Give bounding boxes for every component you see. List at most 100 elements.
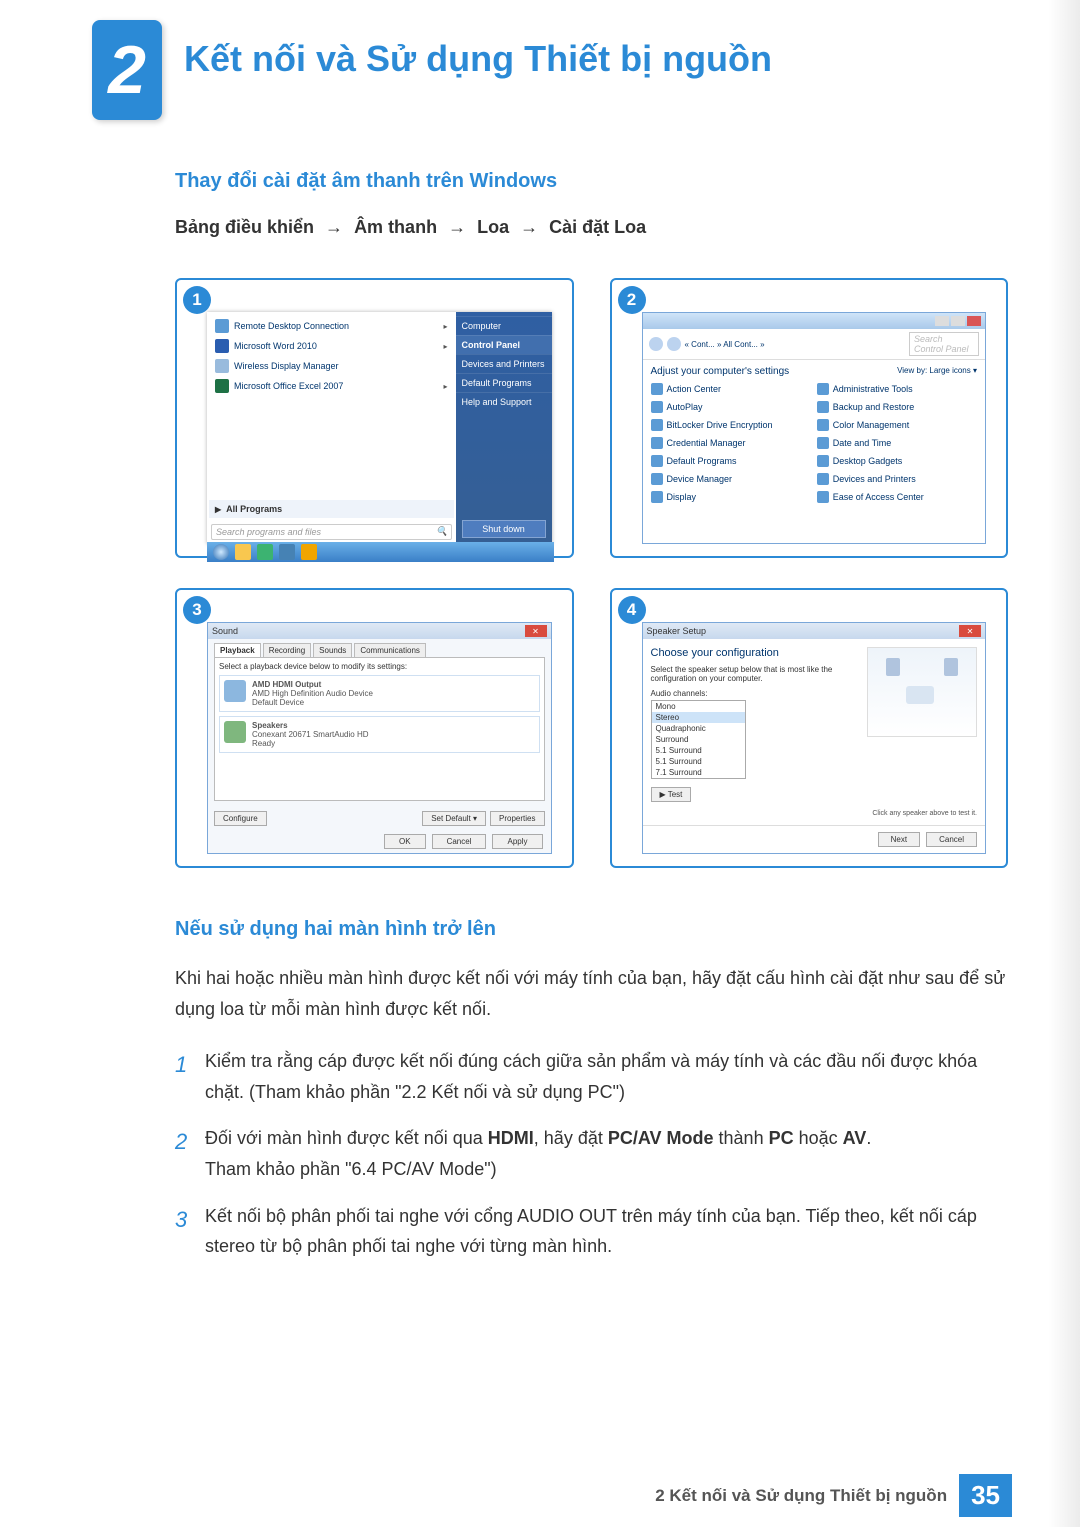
set-default-button[interactable]: Set Default ▾ <box>422 811 486 826</box>
tab-communications[interactable]: Communications <box>354 643 426 657</box>
start-menu-right-item[interactable]: Devices and Printers <box>456 354 552 373</box>
search-input[interactable]: Search programs and files🔍 <box>211 524 452 540</box>
audio-channel-option[interactable]: Stereo <box>652 712 745 723</box>
step-badge-3: 3 <box>183 596 211 624</box>
cp-link[interactable]: Backup and Restore <box>817 399 977 415</box>
cp-item-icon <box>817 437 829 449</box>
section-heading-audio: Thay đổi cài đặt âm thanh trên Windows <box>175 170 1008 193</box>
playback-device[interactable]: SpeakersConexant 20671 SmartAudio HDRead… <box>219 716 540 753</box>
cp-item-icon <box>651 437 663 449</box>
excel-icon <box>215 379 229 393</box>
cp-link[interactable]: Color Management <box>817 417 977 433</box>
cancel-button[interactable]: Cancel <box>926 832 977 847</box>
footer-text: 2 Kết nối và Sử dụng Thiết bị nguồn <box>655 1486 947 1506</box>
playback-device[interactable]: AMD HDMI OutputAMD High Definition Audio… <box>219 675 540 712</box>
step-item-1: 1 Kiểm tra rằng cáp được kết nối đúng cá… <box>175 1046 1008 1107</box>
audio-channel-option[interactable]: 5.1 Surround <box>652 756 745 767</box>
cp-link[interactable]: Action Center <box>651 381 811 397</box>
arrow-icon: → <box>520 217 538 237</box>
path-seg-4: Cài đặt Loa <box>549 217 646 237</box>
cp-item-icon <box>817 455 829 467</box>
start-menu-item[interactable]: Microsoft Office Excel 2007▸ <box>211 376 452 396</box>
all-programs-button[interactable]: ▶All Programs <box>209 500 454 518</box>
audio-channels-label: Audio channels: <box>651 689 858 698</box>
cp-link[interactable]: Device Manager <box>651 471 811 487</box>
screenshot-step-3: 3 Sound ✕ Playback Recording Sounds Commu… <box>175 588 574 868</box>
audio-channel-option[interactable]: 7.1 Surround <box>652 767 745 778</box>
next-button[interactable]: Next <box>878 832 920 847</box>
back-button[interactable] <box>649 337 663 351</box>
start-menu-right-item[interactable]: Computer <box>456 316 552 335</box>
tab-recording[interactable]: Recording <box>263 643 311 657</box>
start-menu-right-item[interactable]: Help and Support <box>456 392 552 411</box>
path-seg-2: Âm thanh <box>354 217 437 237</box>
arrow-icon: → <box>325 217 343 237</box>
listener-icon <box>906 686 934 704</box>
cp-item-icon <box>651 455 663 467</box>
test-button[interactable]: ▶ Test <box>651 787 692 802</box>
apply-button[interactable]: Apply <box>492 834 542 849</box>
cancel-button[interactable]: Cancel <box>432 834 487 849</box>
start-menu-item[interactable]: Wireless Display Manager <box>211 356 452 376</box>
sound-window: Sound ✕ Playback Recording Sounds Communi… <box>207 622 552 854</box>
shutdown-button[interactable]: Shut down <box>462 520 546 538</box>
close-button[interactable]: ✕ <box>959 625 981 637</box>
cp-item-icon <box>651 401 663 413</box>
properties-button[interactable]: Properties <box>490 811 544 826</box>
section-heading-multimonitor: Nếu sử dụng hai màn hình trở lên <box>175 918 1008 941</box>
cp-link[interactable]: Display <box>651 489 811 505</box>
cp-link[interactable]: Date and Time <box>817 435 977 451</box>
page-header: 2 Kết nối và Sử dụng Thiết bị nguồn <box>0 0 1080 120</box>
step-item-2: 2 Đối với màn hình được kết nối qua HDMI… <box>175 1123 1008 1184</box>
audio-channel-option[interactable]: 5.1 Surround <box>652 745 745 756</box>
cp-link[interactable]: BitLocker Drive Encryption <box>651 417 811 433</box>
cp-link[interactable]: AutoPlay <box>651 399 811 415</box>
search-input[interactable]: Search Control Panel <box>909 332 979 356</box>
path-seg-1: Bảng điều khiển <box>175 217 314 237</box>
forward-button[interactable] <box>667 337 681 351</box>
settings-path: Bảng điều khiển → Âm thanh → Loa → Cài đ… <box>175 217 1008 238</box>
taskbar-icon[interactable] <box>279 544 295 560</box>
maximize-button[interactable] <box>951 316 965 326</box>
cp-link[interactable]: Administrative Tools <box>817 381 977 397</box>
speaker-device-icon <box>224 721 246 743</box>
wireless-icon <box>215 359 229 373</box>
cp-link[interactable]: Default Programs <box>651 453 811 469</box>
speaker-icon[interactable] <box>944 658 958 676</box>
cp-link[interactable]: Credential Manager <box>651 435 811 451</box>
speaker-icon[interactable] <box>886 658 900 676</box>
screenshot-step-2: 2 « Cont... » All Cont... » Search Contr… <box>610 278 1009 558</box>
audio-channel-option[interactable]: Quadraphonic <box>652 723 745 734</box>
tab-sounds[interactable]: Sounds <box>313 643 352 657</box>
window-title: Sound <box>212 626 238 636</box>
start-menu-item[interactable]: Microsoft Word 2010▸ <box>211 336 452 356</box>
body-paragraph: Khi hai hoặc nhiều màn hình được kết nối… <box>175 963 1008 1024</box>
start-menu-item[interactable]: Remote Desktop Connection▸ <box>211 316 452 336</box>
configure-button[interactable]: Configure <box>214 811 267 826</box>
audio-channel-option[interactable]: Surround <box>652 734 745 745</box>
audio-channel-option[interactable]: Mono <box>652 701 745 712</box>
audio-channels-list[interactable]: MonoStereoQuadraphonicSurround5.1 Surrou… <box>651 700 746 779</box>
close-button[interactable] <box>967 316 981 326</box>
taskbar-icon[interactable] <box>257 544 273 560</box>
close-button[interactable]: ✕ <box>525 625 547 637</box>
speaker-hint: Select the speaker setup below that is m… <box>651 665 858 683</box>
view-by-dropdown[interactable]: View by: Large icons ▾ <box>897 366 977 375</box>
cp-item-icon <box>651 473 663 485</box>
cp-link[interactable]: Desktop Gadgets <box>817 453 977 469</box>
taskbar-icon[interactable] <box>301 544 317 560</box>
start-menu-right-item[interactable]: Default Programs <box>456 373 552 392</box>
control-panel-window: « Cont... » All Cont... » Search Control… <box>642 312 987 544</box>
control-panel-item[interactable]: Control Panel <box>456 335 552 354</box>
cp-link[interactable]: Ease of Access Center <box>817 489 977 505</box>
cp-item-icon <box>817 383 829 395</box>
page-title: Kết nối và Sử dụng Thiết bị nguồn <box>162 20 772 120</box>
chapter-badge: 2 <box>92 20 162 120</box>
screenshot-step-4: 4 Speaker Setup✕ Choose your configurati… <box>610 588 1009 868</box>
taskbar-icon[interactable] <box>235 544 251 560</box>
cp-link[interactable]: Devices and Printers <box>817 471 977 487</box>
tab-playback[interactable]: Playback <box>214 643 261 657</box>
start-orb-icon[interactable] <box>213 544 229 560</box>
ok-button[interactable]: OK <box>384 834 426 849</box>
minimize-button[interactable] <box>935 316 949 326</box>
